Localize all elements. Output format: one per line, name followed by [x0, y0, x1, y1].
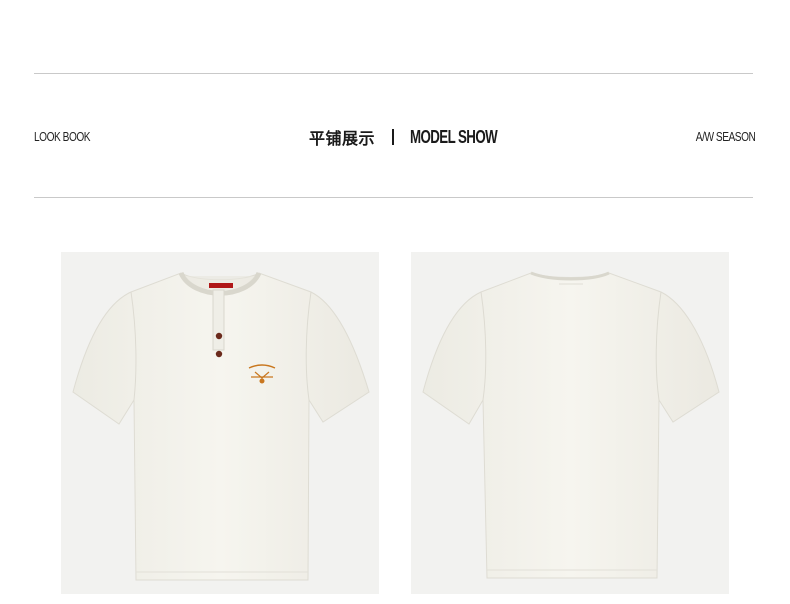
top-divider — [34, 73, 753, 74]
tshirt-back-image — [411, 252, 729, 594]
section-title: 平铺展示 MODEL SHOW — [309, 124, 528, 150]
title-english: MODEL SHOW — [410, 126, 498, 147]
look-book-label: LOOK BOOK — [34, 129, 91, 144]
title-chinese: 平铺展示 — [309, 129, 376, 148]
season-label: A/W SEASON — [695, 129, 755, 144]
bottom-divider — [34, 197, 753, 198]
section-header: LOOK BOOK 平铺展示 MODEL SHOW A/W SEASON — [0, 124, 790, 150]
henley-tshirt-front-image — [61, 252, 379, 594]
title-separator — [392, 129, 395, 145]
